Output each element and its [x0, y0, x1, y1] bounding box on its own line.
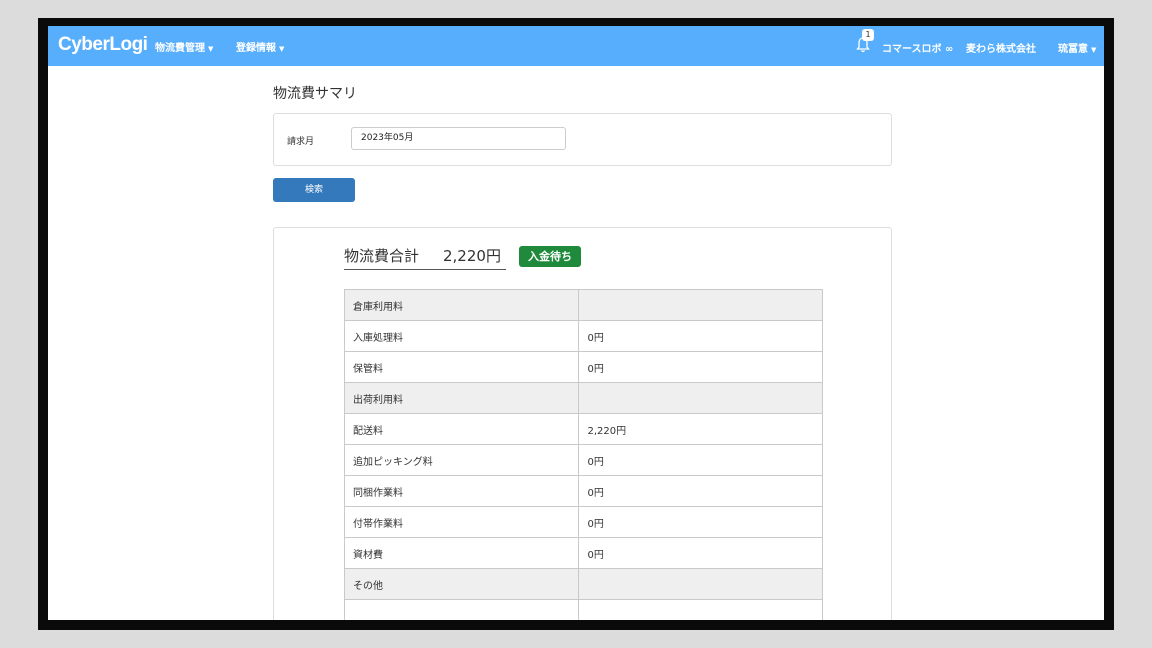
shop-name[interactable]: コマースロボ ∞: [882, 40, 953, 55]
fee-label-cell: 倉庫利用料: [343, 289, 580, 321]
fee-value-cell: 0円: [578, 351, 823, 383]
fee-value-cell: 2,220円: [578, 413, 823, 445]
caret-down-icon: ▼: [279, 45, 285, 53]
search-panel: 請求月 2023年05月: [273, 113, 892, 166]
nav-menu-logistics-cost[interactable]: 物流費管理 ▼: [155, 39, 213, 54]
fee-row: 保管料 0円: [343, 351, 823, 383]
fee-label-cell: 同梱作業料: [343, 475, 580, 507]
fee-value-cell: [578, 568, 823, 600]
fee-row: [343, 599, 823, 620]
fee-category-row: 倉庫利用料: [343, 289, 823, 321]
caret-down-icon: ▼: [208, 45, 214, 53]
fee-label-cell: 保管料: [343, 351, 580, 383]
billing-month-label: 請求月: [287, 137, 315, 147]
top-navbar: CyberLogi 物流費管理 ▼ 登録情報 ▼ 1 コマースロボ ∞ 麦わら株式会…: [48, 26, 1104, 66]
status-badge: 入金待ち: [519, 246, 581, 267]
page-title: 物流費サマリ: [273, 86, 357, 102]
search-button[interactable]: 検索: [273, 178, 355, 202]
fee-value-cell: [578, 289, 823, 321]
user-menu[interactable]: 琉冨意 ▼: [1058, 40, 1096, 55]
browser-viewport: CyberLogi 物流費管理 ▼ 登録情報 ▼ 1 コマースロボ ∞ 麦わら株式会…: [48, 26, 1104, 620]
total-label: 物流費合計: [344, 247, 420, 265]
fee-label-cell: 追加ピッキング料: [343, 444, 580, 476]
nav-menu-label: 登録情報: [236, 43, 276, 54]
fee-label-cell: 出荷利用料: [343, 382, 580, 414]
fee-row: 追加ピッキング料 0円: [343, 444, 823, 476]
notification-badge: 1: [862, 29, 874, 41]
caret-down-icon: ▼: [1091, 46, 1097, 54]
nav-menu-label: 物流費管理: [155, 43, 205, 54]
fee-row: 同梱作業料 0円: [343, 475, 823, 507]
user-name: 琉冨意: [1058, 44, 1088, 55]
fee-value-cell: [578, 599, 823, 620]
fee-label-cell: その他: [343, 568, 580, 600]
fee-value-cell: 0円: [578, 320, 823, 352]
fee-label-cell: 配送料: [343, 413, 580, 445]
fee-table: 倉庫利用料 入庫処理料 0円 保管料 0円 出荷利用料 配送料 2,220円 追加ピッキング料 0…: [343, 289, 823, 620]
fee-label-cell: [343, 599, 580, 620]
fee-label-cell: 入庫処理料: [343, 320, 580, 352]
company-name: 麦わら株式会社: [966, 44, 1036, 55]
fee-label-cell: 付帯作業料: [343, 506, 580, 538]
summary-panel: 物流費合計 2,220円 入金待ち 倉庫利用料 入庫処理料 0円 保管料 0円 出荷利用料…: [273, 227, 892, 620]
fee-value-cell: 0円: [578, 475, 823, 507]
fee-value-cell: 0円: [578, 506, 823, 538]
total-heading: 物流費合計 2,220円: [344, 245, 506, 270]
fee-row: 付帯作業料 0円: [343, 506, 823, 538]
fee-value-cell: 0円: [578, 537, 823, 569]
nav-menu-registration[interactable]: 登録情報 ▼: [236, 39, 284, 54]
fee-category-row: その他: [343, 568, 823, 600]
fee-row: 資材費 0円: [343, 537, 823, 569]
fee-row: 入庫処理料 0円: [343, 320, 823, 352]
fee-label-cell: 資材費: [343, 537, 580, 569]
fee-value-cell: 0円: [578, 444, 823, 476]
fee-category-row: 出荷利用料: [343, 382, 823, 414]
fee-value-cell: [578, 382, 823, 414]
total-value: 2,220円: [443, 247, 501, 265]
billing-month-input[interactable]: 2023年05月: [351, 127, 566, 150]
fee-row: 配送料 2,220円: [343, 413, 823, 445]
app-logo[interactable]: CyberLogi: [58, 34, 148, 56]
